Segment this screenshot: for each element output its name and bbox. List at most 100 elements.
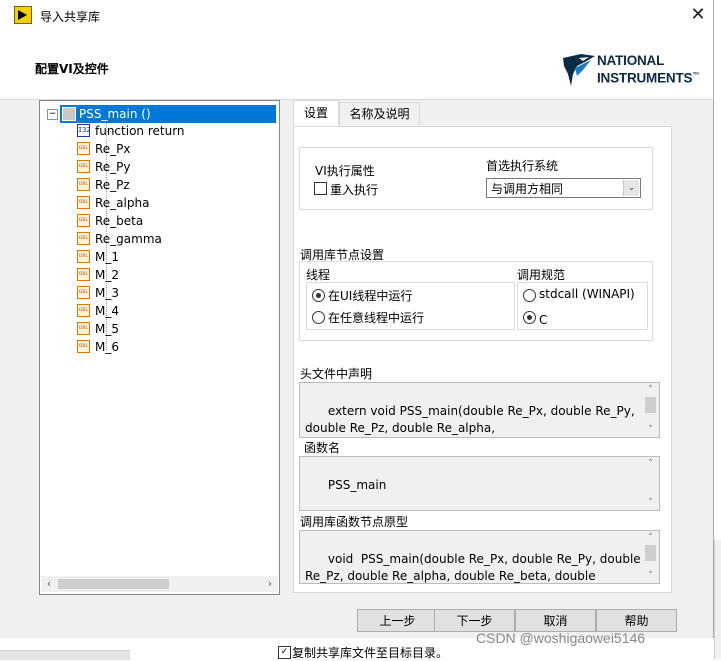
tree-item-label: M_1 xyxy=(95,250,119,264)
scroll-down-icon[interactable]: ˅ xyxy=(642,569,659,583)
prototype-scrollbar[interactable]: ˄ ˅ xyxy=(642,531,659,583)
tree-item-label: M_5 xyxy=(95,322,119,336)
dbl-type-icon: DBL xyxy=(77,232,90,245)
tree-item-label: function return xyxy=(95,124,185,138)
background-window-edge xyxy=(714,540,721,659)
dbl-type-icon: DBL xyxy=(77,196,90,209)
calling-convention-label: 调用规范 xyxy=(517,268,566,282)
scroll-up-icon[interactable]: ˄ xyxy=(642,531,659,545)
call-node-settings-group: 线程 在UI线程中运行 在任意线程中运行 调用规范 stdcall (WINAP… xyxy=(299,261,653,341)
radio-c[interactable] xyxy=(523,311,536,324)
tree-item-label: Re_alpha xyxy=(95,196,150,210)
i32-type-icon: I32 xyxy=(77,124,91,137)
function-name-label: 函数名 xyxy=(304,441,341,455)
scroll-right-icon[interactable]: › xyxy=(263,577,277,590)
dbl-type-icon: DBL xyxy=(77,214,90,227)
tree-item-label: M_6 xyxy=(95,340,119,354)
next-button[interactable]: 下一步 xyxy=(434,609,515,632)
reentrant-label: 重入执行 xyxy=(330,183,379,197)
preferred-system-select[interactable]: 与调用方相同 ⌄ xyxy=(486,178,641,198)
tab-settings[interactable]: 设置 xyxy=(293,100,339,128)
radio-ui-thread[interactable] xyxy=(312,289,325,302)
thread-label: 线程 xyxy=(306,268,331,282)
tree-item-label: Re_Pz xyxy=(95,178,130,192)
prototype-text: void PSS_main(double Re_Px, double Re_Py… xyxy=(305,552,641,583)
ni-logo-line2: INSTRUMENTS xyxy=(597,70,693,86)
dbl-type-icon: DBL xyxy=(77,322,90,335)
scroll-up-icon[interactable]: ˄ xyxy=(642,457,659,471)
scroll-thumb[interactable] xyxy=(645,545,656,561)
header-decl-scrollbar[interactable]: ˄ ˅ xyxy=(642,383,659,437)
dbl-type-icon: DBL xyxy=(77,250,90,263)
tree-item-label: M_2 xyxy=(95,268,119,282)
preferred-system-value: 与调用方相同 xyxy=(491,182,564,196)
ni-logo: NATIONAL INSTRUMENTS™ xyxy=(561,52,706,92)
prototype-textbox[interactable]: void PSS_main(double Re_Px, double Re_Py… xyxy=(299,530,660,584)
prototype-label: 调用库函数节点原型 xyxy=(300,515,409,529)
background-copy-label: 复制共享库文件至目标目录。 xyxy=(292,646,449,660)
function-tree-view[interactable]: − PSS_main () I32 function return DBL Re… xyxy=(39,100,280,595)
scroll-left-icon[interactable]: ‹ xyxy=(42,577,56,590)
scroll-thumb[interactable] xyxy=(58,579,169,589)
vi-execution-group: VI执行属性 重入执行 首选执行系统 与调用方相同 ⌄ xyxy=(299,147,653,210)
dbl-type-icon: DBL xyxy=(77,160,90,173)
vi-icon xyxy=(62,107,76,121)
preferred-system-label: 首选执行系统 xyxy=(486,159,559,173)
ni-logo-line1: NATIONAL xyxy=(597,53,665,68)
scroll-down-icon[interactable]: ˅ xyxy=(642,423,659,437)
tree-item-label: Re_Py xyxy=(95,160,131,174)
tree-item-label: Re_gamma xyxy=(95,232,162,246)
function-name-value: PSS_main xyxy=(327,478,387,492)
tree-item-label: Re_Px xyxy=(95,142,131,156)
function-name-scrollbar[interactable]: ˄ ˅ xyxy=(642,457,659,510)
background-copy-checkbox[interactable]: ✓ xyxy=(278,646,291,659)
scroll-thumb[interactable] xyxy=(645,397,656,413)
header-declaration-label: 头文件中声明 xyxy=(300,367,373,381)
window-title: 导入共享库 xyxy=(40,10,101,24)
vi-exec-label: VI执行属性 xyxy=(315,164,375,178)
collapse-icon[interactable]: − xyxy=(47,109,58,120)
csdn-watermark: CSDN @woshigaowei5146 xyxy=(476,630,646,646)
thread-options-box: 在UI线程中运行 在任意线程中运行 xyxy=(306,282,515,330)
stdcall-label: stdcall (WINAPI) xyxy=(539,287,635,301)
reentrant-checkbox[interactable] xyxy=(314,182,327,195)
tree-root-item[interactable]: PSS_main () xyxy=(60,105,276,123)
radio-stdcall[interactable] xyxy=(523,289,536,302)
tree-item-label: Re_beta xyxy=(95,214,144,228)
ni-logo-text: NATIONAL INSTRUMENTS™ xyxy=(597,53,699,86)
scroll-down-icon[interactable]: ˅ xyxy=(642,496,659,510)
help-button[interactable]: 帮助 xyxy=(596,609,677,632)
dbl-type-icon: DBL xyxy=(77,286,90,299)
close-icon[interactable]: ✕ xyxy=(686,4,710,26)
page-title: 配置VI及控件 xyxy=(35,62,109,76)
cancel-button[interactable]: 取消 xyxy=(515,609,596,632)
ni-logo-tm: ™ xyxy=(692,72,700,79)
header-declaration-text: extern void PSS_main(double Re_Px, doubl… xyxy=(305,404,635,435)
dbl-type-icon: DBL xyxy=(77,178,90,191)
settings-panel: VI执行属性 重入执行 首选执行系统 与调用方相同 ⌄ 调用库节点设置 线程 在… xyxy=(293,126,672,593)
calling-convention-box: stdcall (WINAPI) C xyxy=(517,282,648,330)
import-shared-library-window: 导入共享库 ✕ 配置VI及控件 NATIONAL INSTRUMENTS™ − … xyxy=(0,0,714,638)
chevron-down-icon[interactable]: ⌄ xyxy=(623,180,639,196)
labview-app-icon xyxy=(14,6,32,24)
tree-root-label: PSS_main () xyxy=(79,107,151,121)
scroll-up-icon[interactable]: ˄ xyxy=(642,383,659,397)
radio-any-thread[interactable] xyxy=(312,311,325,324)
dbl-type-icon: DBL xyxy=(77,304,90,317)
function-name-textbox[interactable]: PSS_main ˄ ˅ xyxy=(299,456,660,511)
tree-item-label: M_4 xyxy=(95,304,119,318)
ui-thread-label: 在UI线程中运行 xyxy=(328,289,413,303)
tree-horizontal-scrollbar[interactable]: ‹ › xyxy=(41,576,278,592)
tab-name-description[interactable]: 名称及说明 xyxy=(339,102,420,125)
any-thread-label: 在任意线程中运行 xyxy=(328,311,425,325)
ni-eagle-icon xyxy=(563,54,595,86)
dbl-type-icon: DBL xyxy=(77,142,90,155)
header-declaration-textbox[interactable]: extern void PSS_main(double Re_Px, doubl… xyxy=(299,382,660,438)
wizard-header: 配置VI及控件 NATIONAL INSTRUMENTS™ xyxy=(0,32,713,100)
c-label: C xyxy=(539,313,548,327)
dbl-type-icon: DBL xyxy=(77,340,90,353)
back-button[interactable]: 上一步 xyxy=(357,609,438,632)
dbl-type-icon: DBL xyxy=(77,268,90,281)
title-bar: 导入共享库 ✕ xyxy=(0,0,713,32)
tree-item-label: M_3 xyxy=(95,286,119,300)
